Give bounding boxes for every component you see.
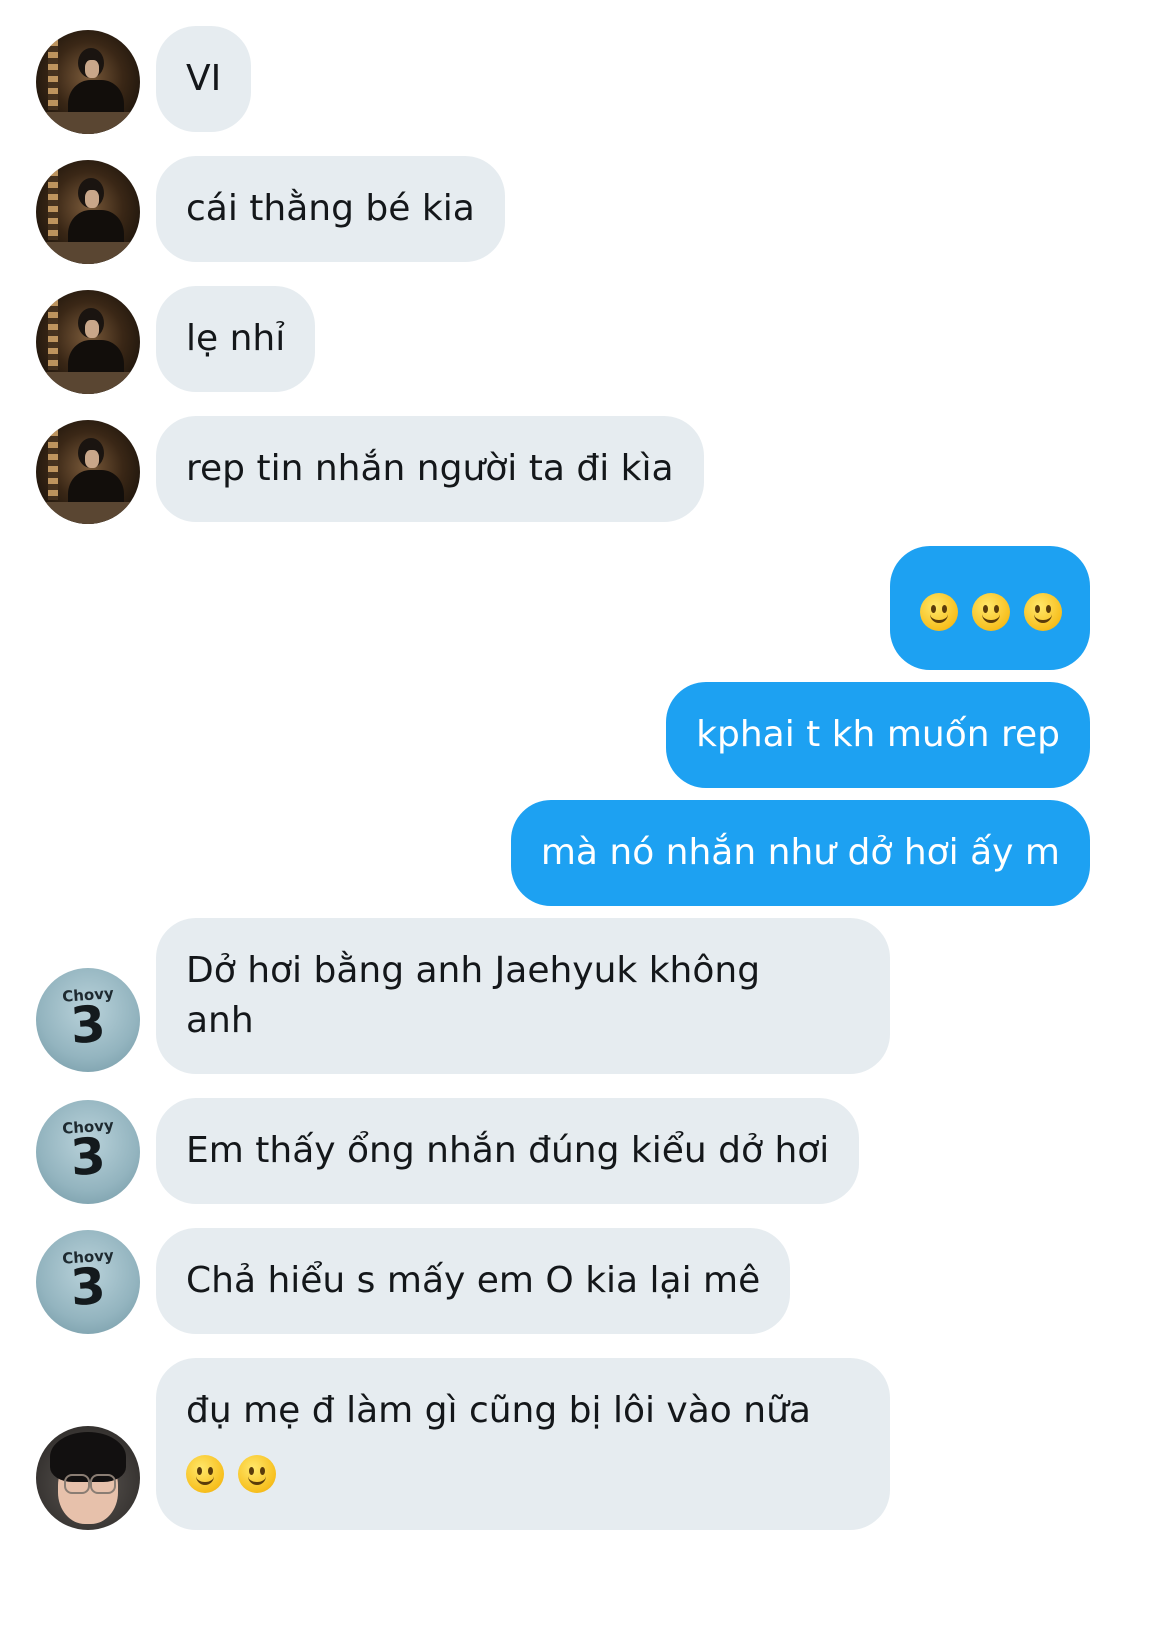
sender-avatar[interactable]: [36, 1426, 140, 1530]
slightly-smiling-face-icon: [238, 1455, 276, 1493]
message-text: Chả hiểu s mấy em O kia lại mê: [186, 1260, 761, 1301]
slightly-smiling-face-icon: [1024, 593, 1062, 631]
incoming-message-bubble[interactable]: đụ mẹ đ làm gì cũng bị lôi vào nữa: [156, 1358, 890, 1530]
incoming-message-bubble[interactable]: cái thằng bé kia: [156, 156, 505, 262]
emoji-line: [186, 1448, 860, 1498]
incoming-message-bubble[interactable]: Chả hiểu s mấy em O kia lại mê: [156, 1228, 791, 1334]
incoming-message-bubble[interactable]: Em thấy ổng nhắn đúng kiểu dở hơi: [156, 1098, 860, 1204]
sender-avatar[interactable]: Chovy 3: [36, 1230, 140, 1334]
jersey-number: 3: [68, 994, 108, 1056]
message-text: cái thằng bé kia: [186, 188, 475, 229]
slightly-smiling-face-icon: [920, 593, 958, 631]
sender-avatar[interactable]: [36, 420, 140, 524]
sender-avatar[interactable]: Chovy 3: [36, 1100, 140, 1204]
incoming-message-bubble[interactable]: rep tin nhắn người ta đi kìa: [156, 416, 704, 522]
outgoing-message-bubble[interactable]: mà nó nhắn như dở hơi ấy m: [510, 800, 1090, 906]
outgoing-message-bubble[interactable]: [890, 546, 1090, 670]
sender-avatar[interactable]: [36, 290, 140, 394]
message-text: VI: [186, 58, 222, 99]
jersey-number: 3: [68, 1126, 108, 1188]
incoming-message-bubble[interactable]: VI: [156, 26, 252, 132]
sender-avatar[interactable]: Chovy 3: [36, 968, 140, 1072]
outgoing-message-bubble[interactable]: kphai t kh muốn rep: [666, 682, 1090, 788]
message-text: mà nó nhắn như dở hơi ấy m: [540, 832, 1060, 873]
message-text: Em thấy ổng nhắn đúng kiểu dở hơi: [186, 1130, 830, 1171]
message-text: kphai t kh muốn rep: [696, 714, 1060, 755]
message-text: rep tin nhắn người ta đi kìa: [186, 448, 674, 489]
message-text: lẹ nhỉ: [186, 318, 286, 359]
incoming-message-bubble[interactable]: Dở hơi bằng anh Jaehyuk không anh: [156, 918, 890, 1074]
slightly-smiling-face-icon: [972, 593, 1010, 631]
sender-avatar[interactable]: [36, 160, 140, 264]
slightly-smiling-face-icon: [186, 1455, 224, 1493]
message-text: đụ mẹ đ làm gì cũng bị lôi vào nữa: [186, 1390, 811, 1431]
incoming-message-bubble[interactable]: lẹ nhỉ: [156, 286, 316, 392]
jersey-number: 3: [68, 1256, 108, 1318]
message-text-line: anh: [186, 1000, 254, 1041]
message-text-line: Dở hơi bằng anh Jaehyuk không: [186, 950, 761, 991]
sender-avatar[interactable]: [36, 30, 140, 134]
